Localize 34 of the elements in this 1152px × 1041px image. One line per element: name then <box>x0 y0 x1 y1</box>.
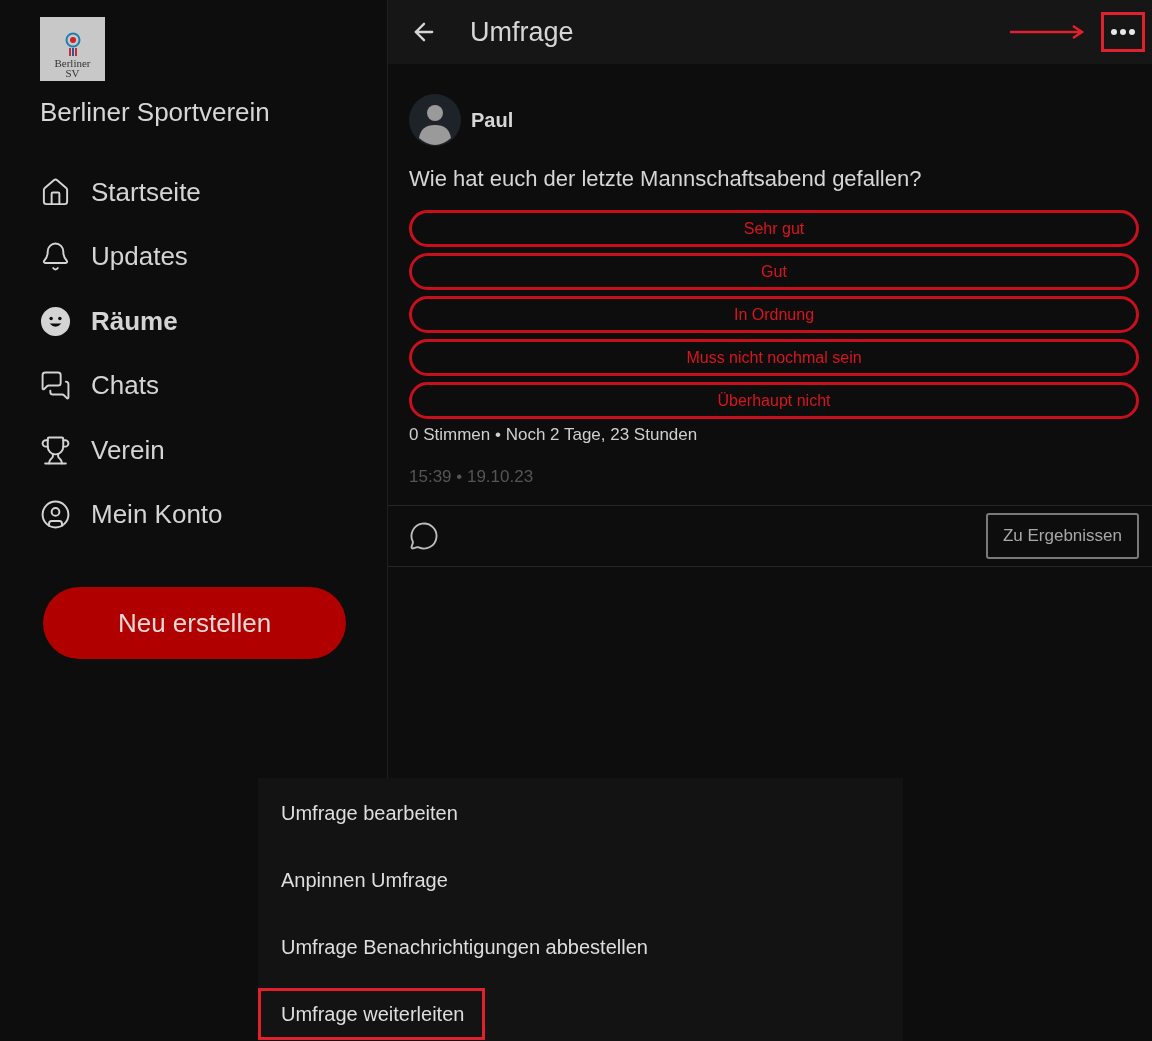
smiley-face-icon <box>40 305 71 337</box>
poll-question: Wie hat euch der letzte Mannschaftsabend gefallen? <box>409 166 923 192</box>
results-button[interactable]: Zu Ergebnissen <box>985 513 1139 559</box>
home-icon <box>40 176 71 208</box>
nav-item[interactable]: Räume <box>40 289 387 354</box>
nav-item[interactable]: Startseite <box>40 160 387 225</box>
avatar <box>409 94 461 146</box>
nav-item[interactable]: Mein Konto <box>40 482 387 547</box>
user-circle-icon <box>40 499 71 531</box>
page-title: Umfrage <box>470 16 575 48</box>
poll-option[interactable]: In Ordnung <box>409 296 1139 333</box>
menu-item[interactable]: Anpinnen Umfrage <box>258 854 469 906</box>
comment-icon[interactable] <box>409 521 439 551</box>
nav-item[interactable]: Verein <box>40 418 387 483</box>
poll-option[interactable]: Überhaupt nicht <box>409 382 1139 419</box>
poll-summary: 0 Stimmen • Noch 2 Tage, 23 Stunden <box>409 425 699 445</box>
author-name: Paul <box>471 108 514 132</box>
logo-text: SV <box>65 68 80 78</box>
nav-item[interactable]: Chats <box>40 353 387 418</box>
chat-bubbles-icon <box>40 370 71 402</box>
bell-icon <box>40 241 71 273</box>
create-button[interactable]: Neu erstellen <box>43 587 346 659</box>
trophy-icon <box>40 434 71 466</box>
poll-option[interactable]: Gut <box>409 253 1139 290</box>
poll-option[interactable]: Muss nicht nochmal sein <box>409 339 1139 376</box>
logo-text: Berliner <box>54 58 91 68</box>
poll-option[interactable]: Sehr gut <box>409 210 1139 247</box>
club-name: Berliner Sportverein <box>40 97 271 128</box>
timestamp: 15:39 • 19.10.23 <box>409 467 535 487</box>
nav-item[interactable]: Updates <box>40 224 387 289</box>
menu-item[interactable]: Umfrage Benachrichtigungen abbestellen <box>258 921 669 973</box>
menu-item[interactable]: Umfrage weiterleiten <box>258 988 486 1040</box>
menu-item[interactable]: Umfrage bearbeiten <box>258 787 479 839</box>
more-button[interactable] <box>1101 12 1145 52</box>
